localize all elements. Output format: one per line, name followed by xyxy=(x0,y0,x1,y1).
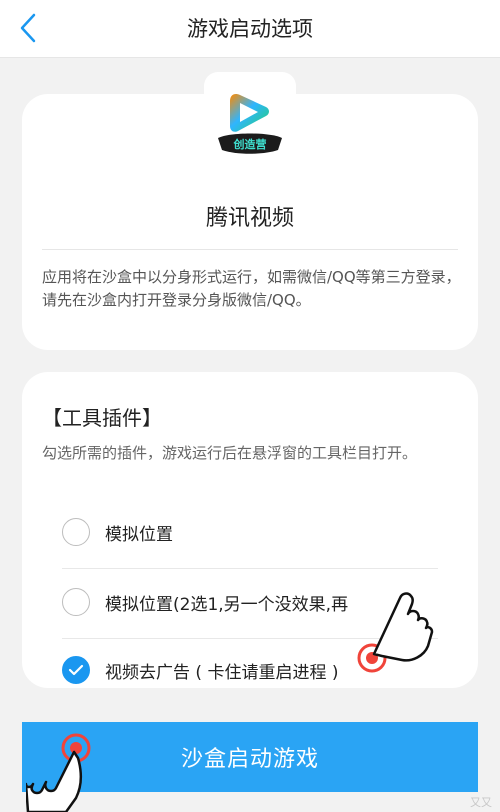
pointing-hand-icon xyxy=(24,728,106,812)
watermark: 又又 xyxy=(470,796,492,809)
checkbox[interactable] xyxy=(62,588,90,616)
checkbox-checked[interactable] xyxy=(62,656,90,684)
checkbox[interactable] xyxy=(62,518,90,546)
app-logo: 创造营 xyxy=(214,88,286,158)
tools-title: 【工具插件】 xyxy=(42,406,162,430)
page-title: 游戏启动选项 xyxy=(187,17,313,41)
header-bar: 游戏启动选项 xyxy=(0,0,500,58)
option-label: 视频去广告 ( 卡住请重启进程 ) xyxy=(105,662,339,683)
app-name: 腾讯视频 xyxy=(205,206,294,231)
check-icon xyxy=(68,664,84,676)
app-description: 应用将在沙盒中以分身形式运行，如需微信/QQ等第三方登录，请先在沙盒内打开登录分… xyxy=(42,268,461,309)
logo-text: 创造营 xyxy=(233,137,267,151)
option-label: 模拟位置 xyxy=(105,524,173,545)
tools-description: 勾选所需的插件，游戏运行后在悬浮窗的工具栏目打开。 xyxy=(42,444,418,462)
divider xyxy=(62,568,438,569)
pointing-hand-icon xyxy=(352,578,434,674)
divider xyxy=(42,249,458,250)
tool-option-location[interactable]: 模拟位置 xyxy=(62,502,438,562)
